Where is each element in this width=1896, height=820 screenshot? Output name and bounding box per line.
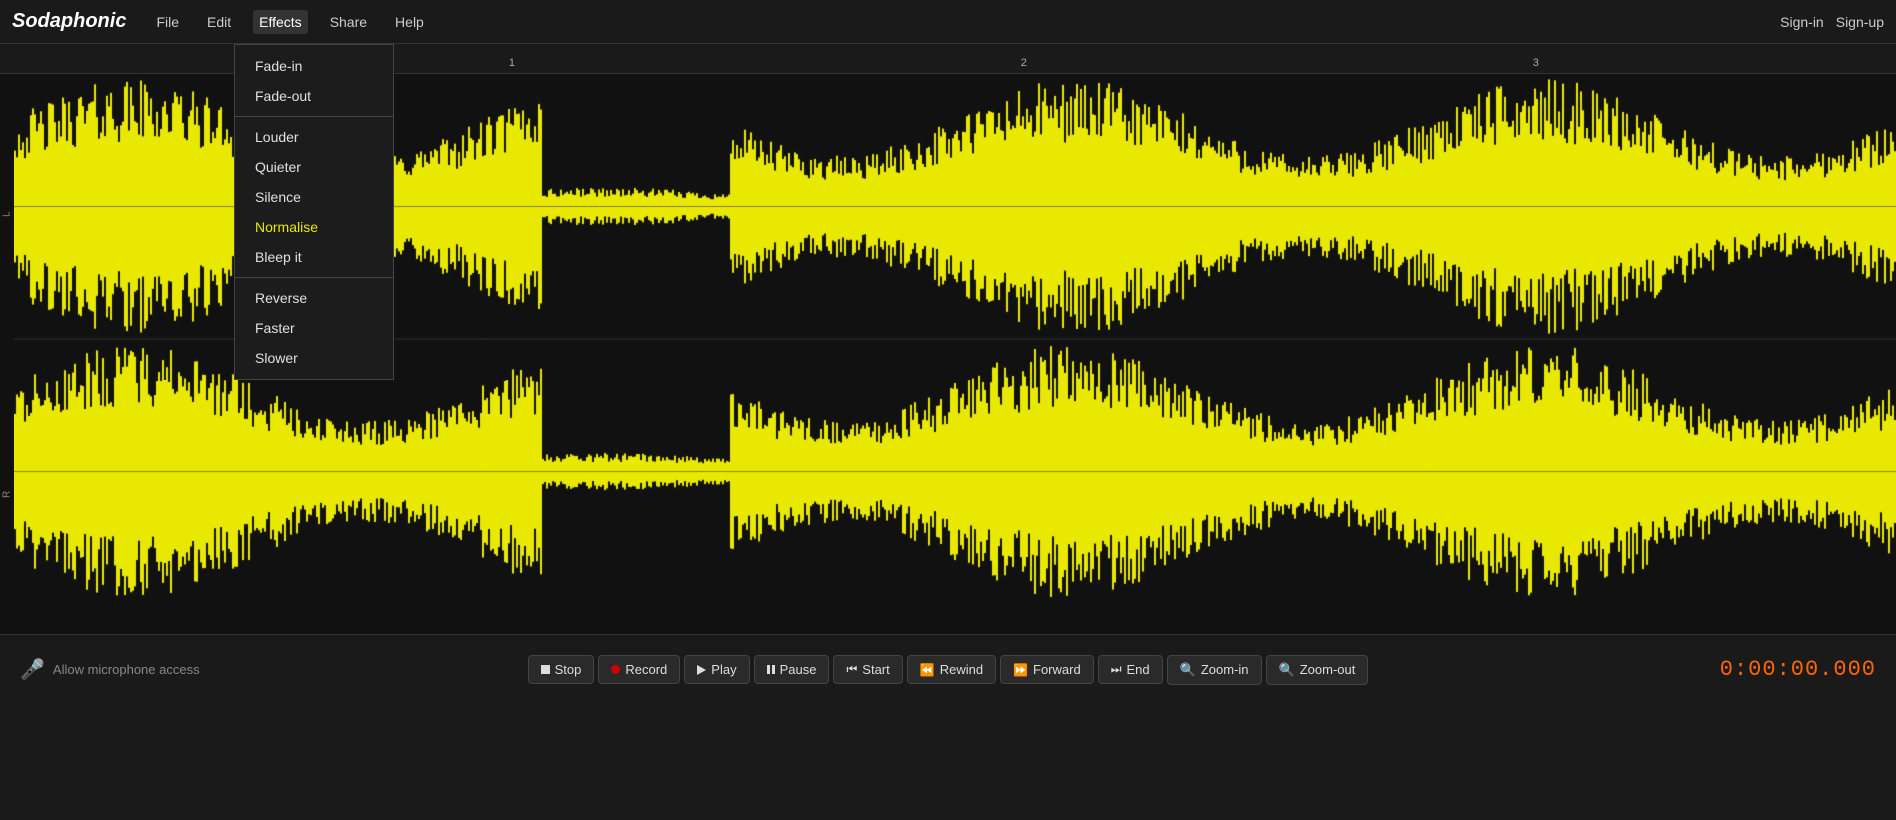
start-icon bbox=[846, 662, 857, 677]
stop-button[interactable]: Stop bbox=[528, 655, 595, 684]
forward-icon bbox=[1013, 663, 1028, 677]
ruler-mark-3: 3 bbox=[1533, 57, 1539, 69]
timer-display: 0:00:00.000 bbox=[1412, 657, 1876, 682]
divider-1 bbox=[235, 116, 393, 117]
pause-label: Pause bbox=[780, 662, 817, 677]
sign-in-link[interactable]: Sign-in bbox=[1780, 14, 1824, 30]
play-button[interactable]: Play bbox=[684, 655, 749, 684]
divider-2 bbox=[235, 277, 393, 278]
effects-silence[interactable]: Silence bbox=[235, 182, 393, 212]
rewind-button[interactable]: Rewind bbox=[907, 655, 996, 684]
transport-buttons: Stop Record Play Pause Start R bbox=[484, 655, 1412, 685]
nav-edit[interactable]: Edit bbox=[201, 10, 237, 34]
channel-labels: L R bbox=[0, 74, 14, 634]
zoom-in-icon: 🔍 bbox=[1180, 662, 1196, 678]
end-button[interactable]: End bbox=[1098, 655, 1163, 684]
start-button[interactable]: Start bbox=[833, 655, 902, 684]
rewind-label: Rewind bbox=[940, 662, 983, 677]
mic-section: 🎤 Allow microphone access bbox=[20, 657, 484, 682]
channel-label-r: R bbox=[0, 354, 14, 634]
effects-faster[interactable]: Faster bbox=[235, 313, 393, 343]
rewind-icon bbox=[920, 663, 935, 677]
record-icon bbox=[611, 665, 620, 674]
nav-share[interactable]: Share bbox=[324, 10, 373, 34]
zoom-in-label: Zoom-in bbox=[1201, 662, 1249, 677]
effects-reverse[interactable]: Reverse bbox=[235, 283, 393, 313]
forward-button[interactable]: Forward bbox=[1000, 655, 1094, 684]
play-label: Play bbox=[711, 662, 736, 677]
effects-louder[interactable]: Louder bbox=[235, 122, 393, 152]
mic-icon: 🎤 bbox=[20, 657, 45, 682]
end-label: End bbox=[1127, 662, 1150, 677]
effects-fade-out[interactable]: Fade-out bbox=[235, 81, 393, 111]
stop-icon bbox=[541, 665, 550, 674]
pause-icon bbox=[767, 665, 775, 674]
pause-button[interactable]: Pause bbox=[754, 655, 830, 684]
nav-effects[interactable]: Effects bbox=[253, 10, 308, 34]
nav-file[interactable]: File bbox=[150, 10, 185, 34]
zoom-out-label: Zoom-out bbox=[1300, 662, 1356, 677]
channel-label-l: L bbox=[0, 74, 14, 354]
record-label: Record bbox=[625, 662, 667, 677]
effects-dropdown: Fade-in Fade-out Louder Quieter Silence … bbox=[234, 44, 394, 380]
zoom-out-button[interactable]: 🔍 Zoom-out bbox=[1266, 655, 1369, 685]
nav-help[interactable]: Help bbox=[389, 10, 430, 34]
effects-bleep-it[interactable]: Bleep it bbox=[235, 242, 393, 272]
ruler-mark-2: 2 bbox=[1021, 57, 1027, 69]
ruler-mark-1: 1 bbox=[509, 57, 515, 69]
record-button[interactable]: Record bbox=[598, 655, 680, 684]
effects-normalise[interactable]: Normalise bbox=[235, 212, 393, 242]
transport-bar: 🎤 Allow microphone access Stop Record Pl… bbox=[0, 634, 1896, 704]
play-icon bbox=[697, 665, 706, 675]
sign-up-link[interactable]: Sign-up bbox=[1836, 14, 1884, 30]
zoom-in-button[interactable]: 🔍 Zoom-in bbox=[1167, 655, 1262, 685]
effects-slower[interactable]: Slower bbox=[235, 343, 393, 373]
stop-label: Stop bbox=[555, 662, 582, 677]
effects-quieter[interactable]: Quieter bbox=[235, 152, 393, 182]
zoom-out-icon: 🔍 bbox=[1279, 662, 1295, 678]
header: Sodaphonic File Edit Effects Share Help … bbox=[0, 0, 1896, 44]
nav-menu: File Edit Effects Share Help bbox=[150, 10, 1780, 34]
allow-mic-text[interactable]: Allow microphone access bbox=[53, 662, 200, 677]
logo: Sodaphonic bbox=[12, 10, 126, 33]
effects-fade-in[interactable]: Fade-in bbox=[235, 51, 393, 81]
end-icon bbox=[1111, 662, 1122, 677]
header-right: Sign-in Sign-up bbox=[1780, 14, 1884, 30]
start-label: Start bbox=[862, 662, 889, 677]
forward-label: Forward bbox=[1033, 662, 1081, 677]
